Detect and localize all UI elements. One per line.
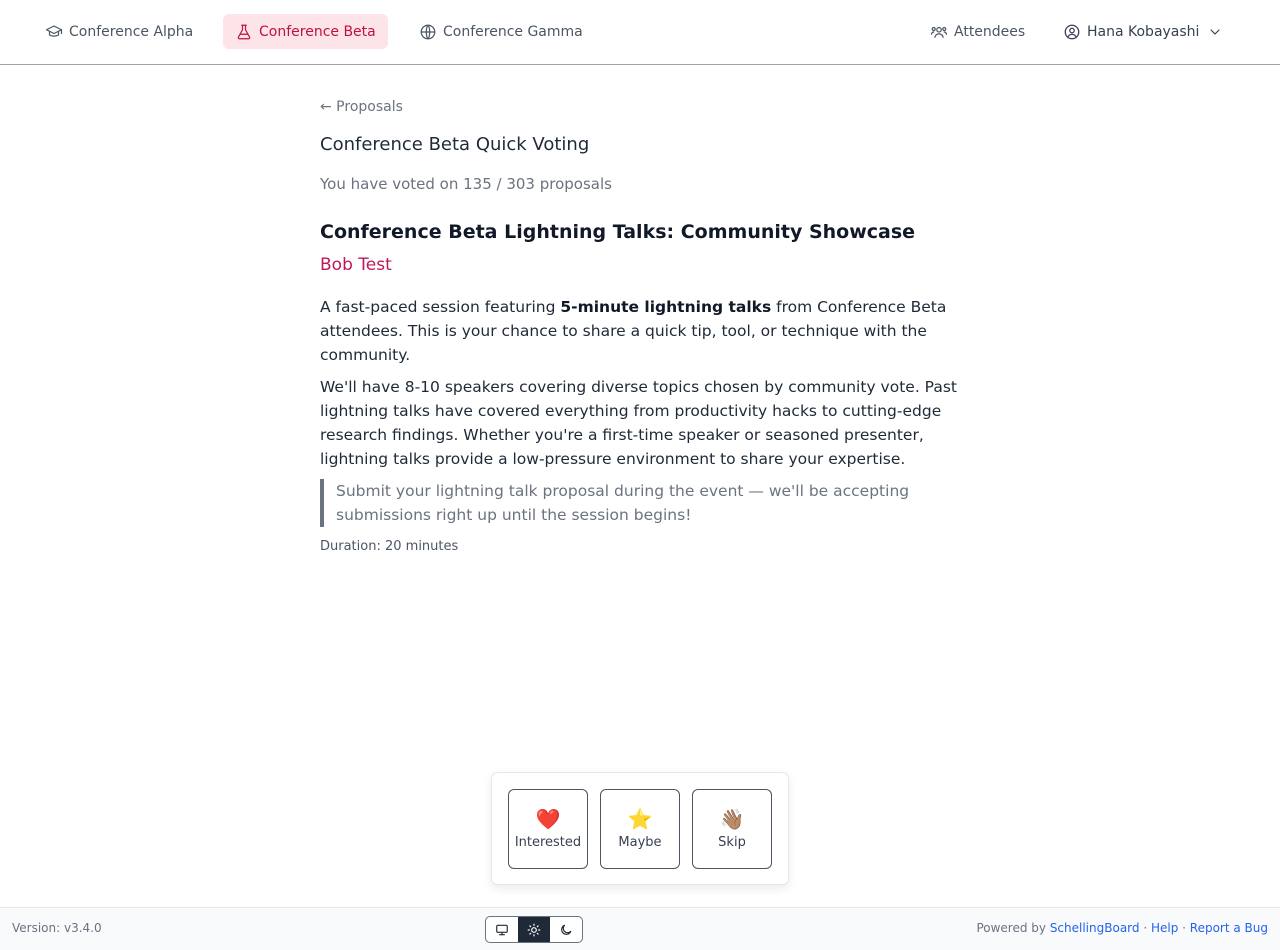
description-text: A fast-paced session featuring	[320, 298, 561, 316]
nav-conference-alpha[interactable]: Conference Alpha	[33, 14, 205, 49]
vote-skip-button[interactable]: 👋🏽 Skip	[692, 789, 772, 869]
heart-icon: ❤️	[535, 806, 561, 831]
users-icon	[930, 26, 948, 38]
monitor-icon	[496, 924, 508, 935]
back-to-proposals-link[interactable]: ← Proposals	[320, 99, 403, 115]
proposal-duration: Duration: 20 minutes	[320, 539, 459, 554]
page-title: Conference Beta Quick Voting	[320, 134, 590, 155]
vote-interested-label: Interested	[514, 834, 582, 850]
graduation-cap-icon	[45, 24, 63, 37]
separator: ·	[1139, 921, 1151, 935]
voting-progress: You have voted on 135 / 303 proposals	[320, 175, 612, 193]
vote-interested-button[interactable]: ❤️ Interested	[508, 789, 588, 869]
vote-panel: ❤️ Interested ⭐ Maybe 👋🏽 Skip	[491, 772, 789, 885]
nav-conference-alpha-label: Conference Alpha	[69, 23, 194, 40]
user-circle-icon	[1064, 24, 1080, 39]
moon-icon	[561, 924, 572, 935]
theme-dark-button[interactable]	[550, 917, 582, 942]
footer-links: Powered by SchellingBoard · Help · Repor…	[976, 921, 1268, 935]
nav-conference-gamma[interactable]: Conference Gamma	[407, 14, 595, 49]
vote-maybe-label: Maybe	[618, 834, 662, 850]
sun-icon	[527, 923, 541, 936]
nav-conference-beta[interactable]: Conference Beta	[223, 14, 388, 49]
report-bug-link[interactable]: Report a Bug	[1190, 921, 1268, 935]
nav-attendees-label: Attendees	[954, 23, 1026, 40]
globe-icon	[420, 24, 436, 39]
footer: Version: v3.4.0 Powered by SchellingBoar…	[0, 907, 1280, 950]
chevron-down-icon	[1210, 28, 1221, 35]
proposal-blockquote: Submit your lightning talk proposal duri…	[320, 479, 960, 527]
top-navigation: Conference Alpha Conference Beta Confere…	[0, 0, 1280, 65]
theme-toggle	[485, 916, 583, 943]
theme-light-button[interactable]	[518, 917, 550, 942]
flask-icon	[237, 24, 251, 39]
nav-conference-gamma-label: Conference Gamma	[443, 23, 583, 40]
help-link[interactable]: Help	[1151, 921, 1178, 935]
main-content: ← Proposals Conference Beta Quick Voting…	[320, 96, 960, 554]
vote-maybe-button[interactable]: ⭐ Maybe	[600, 789, 680, 869]
description-emphasis: 5-minute lightning talks	[560, 298, 772, 316]
separator: ·	[1178, 921, 1190, 935]
user-menu[interactable]: Hana Kobayashi	[1051, 14, 1235, 49]
nav-attendees[interactable]: Attendees	[918, 14, 1037, 49]
description-paragraph-1: A fast-paced session featuring 5-minute …	[320, 295, 960, 367]
star-icon: ⭐	[627, 806, 653, 831]
vote-skip-label: Skip	[718, 834, 746, 850]
powered-by-text: Powered by	[976, 921, 1050, 935]
waving-hand-icon: 👋🏽	[719, 806, 745, 831]
proposal-description: A fast-paced session featuring 5-minute …	[320, 295, 960, 471]
proposal-speaker: Bob Test	[320, 255, 392, 275]
schellingboard-link[interactable]: SchellingBoard	[1050, 921, 1140, 935]
proposal-title: Conference Beta Lightning Talks: Communi…	[320, 221, 916, 243]
nav-conference-beta-label: Conference Beta	[259, 23, 376, 40]
user-name: Hana Kobayashi	[1087, 23, 1200, 40]
description-paragraph-2: We'll have 8-10 speakers covering divers…	[320, 378, 957, 468]
app-version: Version: v3.4.0	[12, 921, 102, 935]
theme-system-button[interactable]	[486, 917, 518, 942]
